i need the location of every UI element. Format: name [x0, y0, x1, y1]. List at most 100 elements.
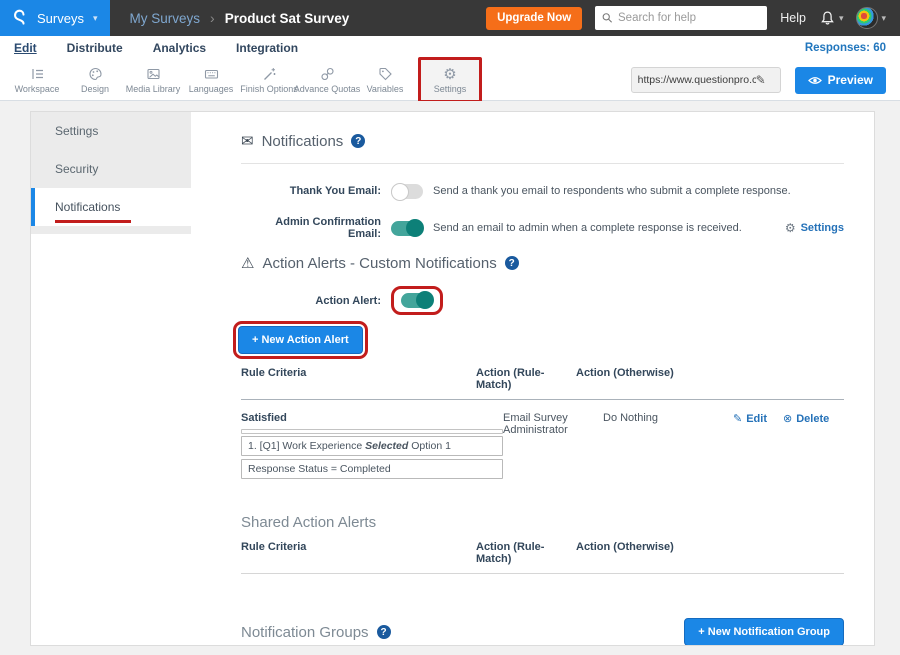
tab-distribute[interactable]: Distribute [67, 41, 123, 55]
eye-icon [808, 75, 822, 86]
notifications-content: ✉ Notifications ? Thank You Email: Send … [191, 112, 874, 645]
gear-icon: ⚙ [785, 221, 796, 235]
col-action-rule-match: Action (Rule-Match) [476, 367, 576, 391]
settings-panel: Settings Security Notifications ✉ Notifi… [30, 111, 875, 646]
col-rule-criteria: Rule Criteria [241, 541, 476, 565]
action-alert-toggle[interactable] [401, 293, 433, 308]
action-alert-toggle-row: Action Alert: [241, 286, 844, 315]
toolbar-item-advance-quotas[interactable]: Advance Quotas [298, 60, 356, 100]
action-alerts-section-header: ⚠ Action Alerts - Custom Notifications ? [241, 254, 844, 272]
pencil-icon: ✎ [733, 412, 742, 425]
breadcrumb-separator-icon: › [210, 10, 215, 26]
thank-you-email-toggle[interactable] [391, 184, 423, 199]
help-link[interactable]: Help [780, 11, 806, 25]
edit-alert-link[interactable]: ✎Edit [733, 412, 767, 425]
chevron-down-icon: ▾ [839, 13, 844, 24]
chevron-down-icon: ▾ [881, 13, 886, 24]
help-icon[interactable]: ? [377, 625, 391, 639]
preview-button[interactable]: Preview [795, 67, 886, 94]
tag-icon [377, 66, 394, 82]
responses-count[interactable]: Responses: 60 [805, 42, 886, 54]
settings-page: Settings Security Notifications ✉ Notifi… [0, 101, 900, 655]
col-action-otherwise: Action (Otherwise) [576, 367, 706, 391]
action-alerts-table-header: Rule Criteria Action (Rule-Match) Action… [241, 367, 844, 400]
settings-sidebar: Settings Security Notifications [31, 112, 191, 645]
help-search-input[interactable] [618, 12, 760, 24]
col-action-rule-match: Action (Rule-Match) [476, 541, 576, 565]
notification-groups-title: Notification Groups [241, 624, 369, 641]
toolbar-item-languages[interactable]: Languages [182, 60, 240, 100]
criteria-condition-1: 1. [Q1] Work Experience Selected Option … [241, 436, 503, 456]
product-name: Surveys [37, 11, 84, 26]
palette-icon [87, 66, 104, 82]
new-notification-group-button[interactable]: + New Notification Group [684, 618, 844, 645]
criteria-condition-2: Response Status = Completed [241, 459, 503, 479]
help-icon[interactable]: ? [351, 134, 365, 148]
rule-match-action: Email Survey Administrator [503, 412, 603, 482]
action-alert-label: Action Alert: [241, 295, 391, 307]
admin-confirmation-email-row: Admin Confirmation Email: Send an email … [241, 216, 844, 240]
tab-edit[interactable]: Edit [14, 41, 37, 55]
shared-alerts-table-header: Rule Criteria Action (Rule-Match) Action… [241, 541, 844, 574]
col-rule-criteria: Rule Criteria [241, 367, 476, 391]
breadcrumb-current-survey: Product Sat Survey [225, 11, 350, 26]
sidebar-item-notifications[interactable]: Notifications [31, 188, 191, 226]
sidebar-item-security[interactable]: Security [31, 150, 191, 188]
avatar [856, 7, 878, 29]
keyboard-icon [203, 66, 220, 82]
toolbar-item-workspace[interactable]: Workspace [8, 60, 66, 100]
divider [241, 163, 844, 164]
admin-confirmation-email-description: Send an email to admin when a complete r… [433, 222, 742, 234]
workspace-icon [29, 66, 46, 82]
questionpro-logo-icon [10, 9, 28, 27]
upgrade-now-button[interactable]: Upgrade Now [486, 7, 582, 30]
edit-toolbar: Workspace Design Media Library Languages… [0, 60, 900, 101]
annotation-notifications-underline [55, 220, 131, 223]
action-alert-table-row: Satisfied 1. [Q1] Work Experience Select… [241, 400, 844, 492]
toolbar-item-design[interactable]: Design [66, 60, 124, 100]
admin-confirmation-email-label: Admin Confirmation Email: [241, 216, 391, 240]
survey-url-box[interactable]: ✎ [631, 67, 781, 93]
delete-icon: ⊗ [783, 412, 792, 425]
gear-icon: ⚙ [443, 67, 456, 82]
notifications-bell-menu[interactable]: ▾ [819, 10, 844, 27]
annotation-action-alert-highlight [391, 286, 443, 315]
chevron-down-icon: ▾ [93, 13, 98, 24]
delete-alert-link[interactable]: ⊗Delete [783, 412, 829, 425]
survey-url-input[interactable] [638, 74, 756, 86]
section-title: Notifications [262, 133, 344, 150]
envelope-icon: ✉ [241, 132, 254, 150]
toolbar-item-settings[interactable]: ⚙ Settings [421, 60, 479, 100]
bell-icon [819, 10, 836, 27]
toolbar-item-media-library[interactable]: Media Library [124, 60, 182, 100]
notifications-section-header: ✉ Notifications ? [241, 132, 844, 150]
top-bar: Surveys ▾ My Surveys › Product Sat Surve… [0, 0, 900, 36]
otherwise-action: Do Nothing [603, 412, 733, 482]
toolbar-item-finish-options[interactable]: Finish Options [240, 60, 298, 100]
new-action-alert-row: + New Action Alert [241, 321, 844, 359]
help-icon[interactable]: ? [505, 256, 519, 270]
new-action-alert-button[interactable]: + New Action Alert [238, 326, 363, 354]
annotation-new-action-alert-highlight: + New Action Alert [233, 321, 368, 359]
account-menu[interactable]: ▾ [856, 7, 886, 29]
help-search-box[interactable] [595, 6, 767, 30]
thank-you-email-row: Thank You Email: Send a thank you email … [241, 180, 844, 202]
criteria-status: Satisfied [241, 412, 503, 424]
admin-confirmation-email-toggle[interactable] [391, 221, 423, 236]
shared-action-alerts-title: Shared Action Alerts [241, 514, 844, 531]
image-icon [145, 66, 162, 82]
tab-analytics[interactable]: Analytics [153, 41, 206, 55]
toolbar-item-variables[interactable]: Variables [356, 60, 414, 100]
sidebar-item-settings[interactable]: Settings [31, 112, 191, 150]
edit-url-pencil-icon[interactable]: ✎ [756, 73, 766, 87]
col-action-otherwise: Action (Otherwise) [576, 541, 706, 565]
admin-email-settings-link[interactable]: Settings [801, 222, 844, 234]
criteria-collapsed-strip [241, 429, 503, 434]
breadcrumb-my-surveys[interactable]: My Surveys [130, 11, 201, 26]
section-title: Action Alerts - Custom Notifications [262, 255, 496, 272]
breadcrumb: My Surveys › Product Sat Survey [130, 10, 350, 26]
surveys-product-menu[interactable]: Surveys ▾ [0, 0, 110, 36]
tab-integration[interactable]: Integration [236, 41, 298, 55]
annotation-settings-highlight: ⚙ Settings [418, 57, 482, 103]
warning-icon: ⚠ [241, 254, 254, 272]
